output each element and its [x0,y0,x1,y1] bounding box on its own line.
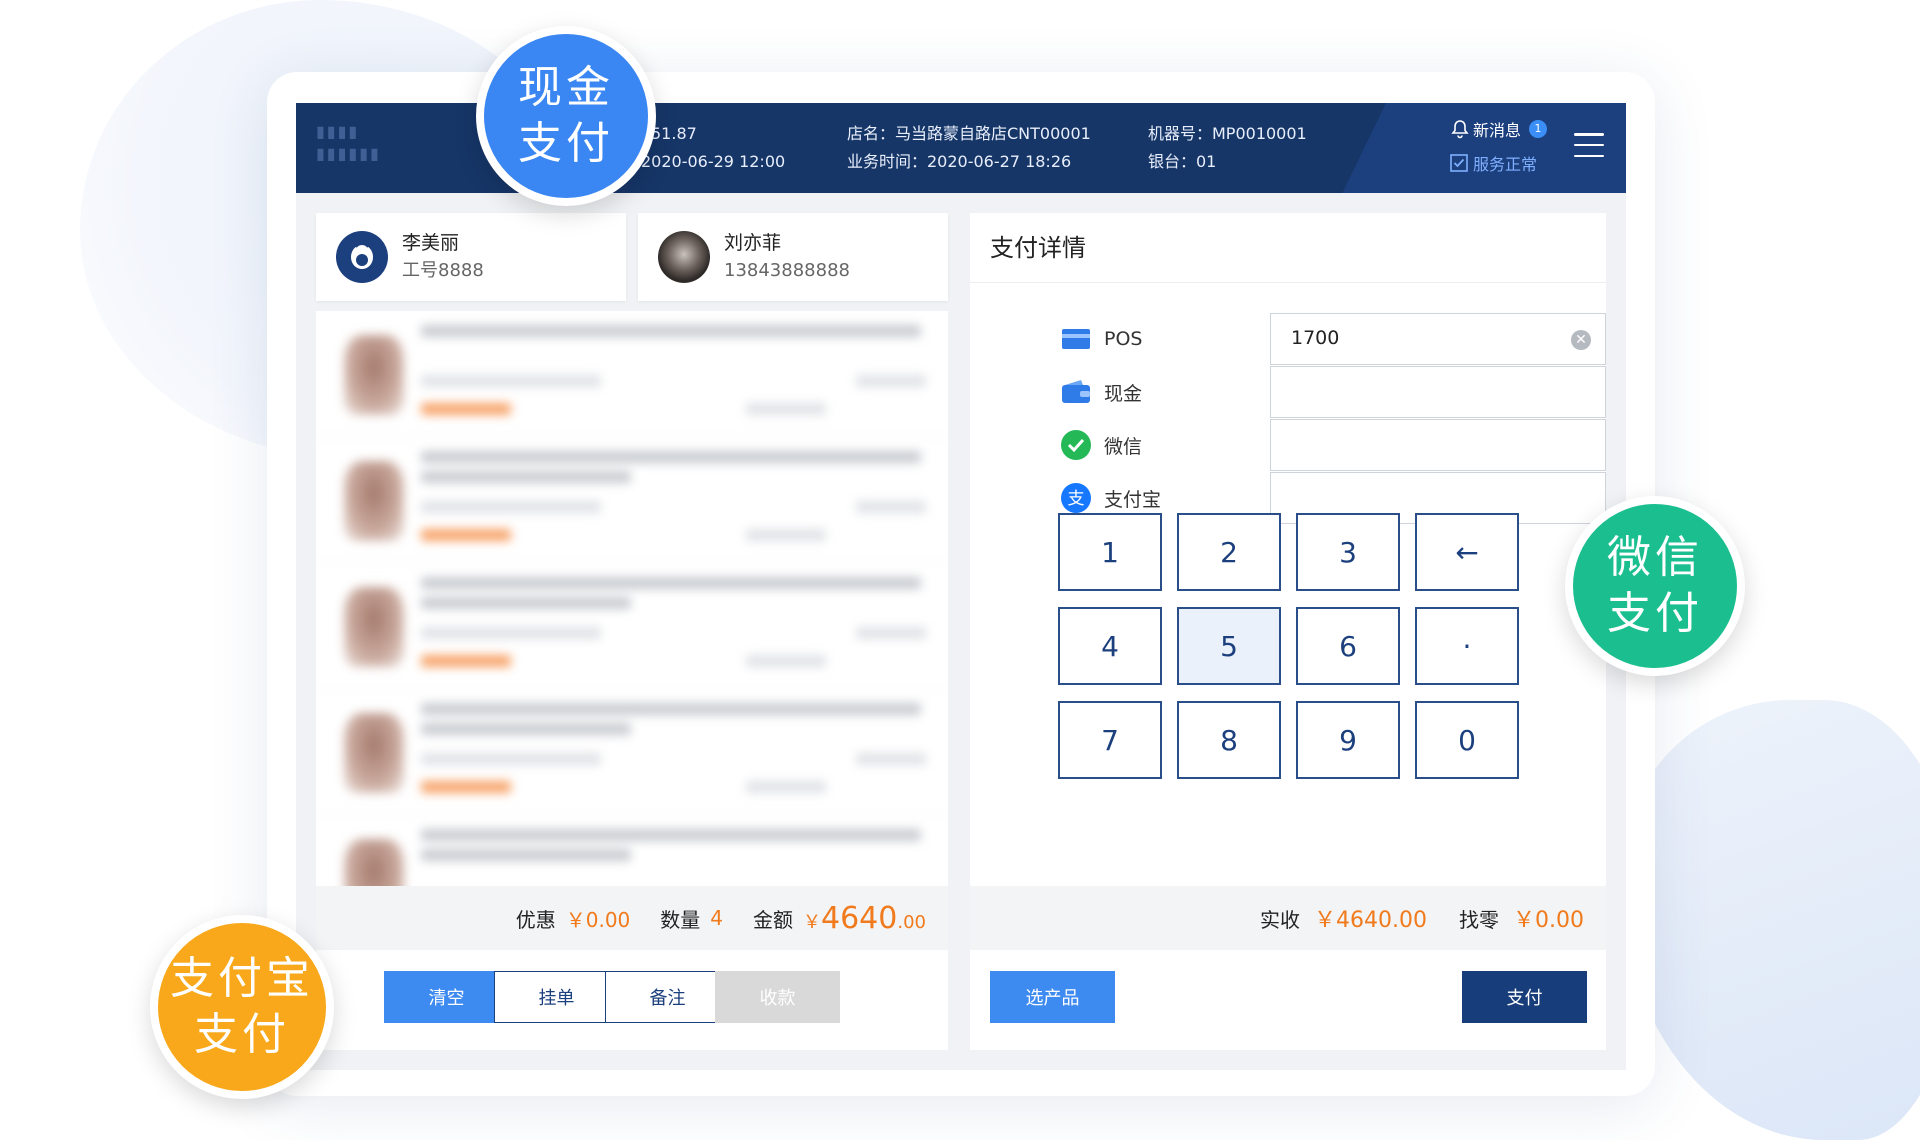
payment-panel: 支付详情 POS 1700 ✕ 现金 微信 支 支付宝 1 2 3 ← 4 5 … [970,213,1606,1050]
bell-icon [1451,120,1469,139]
info-datetime: 2020-06-29 12:00 [641,152,786,171]
quantity-value: 4 [710,906,723,930]
business-time: 业务时间：2020-06-27 18:26 [847,152,1072,171]
clear-input-icon[interactable]: ✕ [1571,330,1591,350]
pos-label: POS [1104,328,1143,350]
payment-title: 支付详情 [970,213,1606,283]
marketing-stage: ▮▮▮▮ ▮▮▮▮▮▮ 51.87 2020-06-29 12:00 店名：马当路… [0,0,1920,1140]
amount-label: 金额 [753,907,793,932]
product-list [316,311,948,886]
cash-row: 现金 [1060,366,1606,418]
keypad-8[interactable]: 8 [1177,701,1281,779]
brand-logo: ▮▮▮▮ ▮▮▮▮▮▮ [316,122,381,163]
info-partial-value: 51.87 [651,124,697,143]
wechat-row: 微信 [1060,419,1606,471]
select-product-button[interactable]: 选产品 [990,971,1115,1023]
hold-order-button[interactable]: 挂单 [494,971,619,1023]
service-status-label: 服务正常 [1473,155,1538,174]
cashier-number: 银台：01 [1148,152,1217,171]
customer-phone: 13843888888 [724,260,850,281]
service-status: 服务正常 [1449,151,1537,175]
payment-summary: 实收 ￥4640.00 找零 ￥0.00 [970,886,1606,950]
quantity-label: 数量 [660,907,701,932]
staff-avatar [336,231,388,283]
keypad-2[interactable]: 2 [1177,513,1281,591]
customer-name: 刘亦菲 [724,232,782,254]
list-item[interactable] [316,689,948,815]
keypad-1[interactable]: 1 [1058,513,1162,591]
alipay-payment-bubble: 支付宝 支付 [150,915,334,1099]
staff-id: 工号8888 [402,260,484,281]
store-name: 店名：马当路蒙自路店CNT00001 [847,124,1091,143]
wechat-payment-bubble: 微信 支付 [1565,496,1745,676]
wechat-amount-input[interactable] [1270,419,1606,471]
pos-amount-input[interactable]: 1700 ✕ [1270,313,1606,365]
wechat-label: 微信 [1104,435,1143,458]
order-action-bar: 清空 挂单 备注 收款 [316,950,948,1050]
svg-text:支: 支 [1068,489,1085,509]
list-item[interactable] [316,815,948,886]
keypad-4[interactable]: 4 [1058,607,1162,685]
cash-amount-input[interactable] [1270,366,1606,418]
check-box-icon [1450,154,1468,172]
collect-button[interactable]: 收款 [715,971,840,1023]
pay-button[interactable]: 支付 [1462,971,1587,1023]
amount-value: ￥4640.00 [803,900,926,936]
hamburger-menu-icon[interactable] [1574,133,1604,157]
wechat-icon [1060,429,1092,461]
keypad-9[interactable]: 9 [1296,701,1400,779]
list-item[interactable] [316,563,948,689]
alipay-icon: 支 [1060,482,1092,514]
received-label: 实收 [1260,907,1301,932]
received-value: ￥4640.00 [1314,908,1427,933]
list-item[interactable] [316,311,948,437]
cash-payment-bubble: 现金 支付 [476,26,656,206]
staff-card[interactable]: 李美丽 工号8888 [316,213,626,301]
new-message-label: 新消息 [1473,121,1522,140]
machine-number: 机器号：MP0010001 [1148,124,1307,143]
customer-card[interactable]: 刘亦菲 13843888888 [638,213,948,301]
pos-screen: ▮▮▮▮ ▮▮▮▮▮▮ 51.87 2020-06-29 12:00 店名：马当路… [296,103,1626,1070]
pos-row: POS 1700 ✕ [1060,313,1606,365]
customer-avatar [658,231,710,283]
staff-name: 李美丽 [402,232,460,254]
list-item[interactable] [316,437,948,563]
note-button[interactable]: 备注 [605,971,730,1023]
change-value: ￥0.00 [1513,908,1584,933]
keypad-7[interactable]: 7 [1058,701,1162,779]
keypad-0[interactable]: 0 [1415,701,1519,779]
backspace-key[interactable]: ← [1415,513,1519,591]
keypad-6[interactable]: 6 [1296,607,1400,685]
change-label: 找零 [1459,907,1499,932]
new-message-button[interactable]: 新消息 1 [1451,117,1548,141]
discount-value: ￥0.00 [565,907,631,932]
order-summary: 优惠 ￥0.00 数量 4 金额 ￥4640.00 [316,886,948,950]
wallet-icon [1060,376,1092,408]
keypad-5[interactable]: 5 [1177,607,1281,685]
cash-label: 现金 [1104,382,1143,405]
clear-button[interactable]: 清空 [384,971,509,1023]
card-icon [1060,323,1092,355]
message-count-badge: 1 [1529,120,1548,138]
alipay-label: 支付宝 [1104,488,1162,511]
decimal-point-key[interactable]: · [1415,607,1519,685]
discount-label: 优惠 [515,907,556,932]
background-blob [1620,700,1920,1140]
keypad-3[interactable]: 3 [1296,513,1400,591]
